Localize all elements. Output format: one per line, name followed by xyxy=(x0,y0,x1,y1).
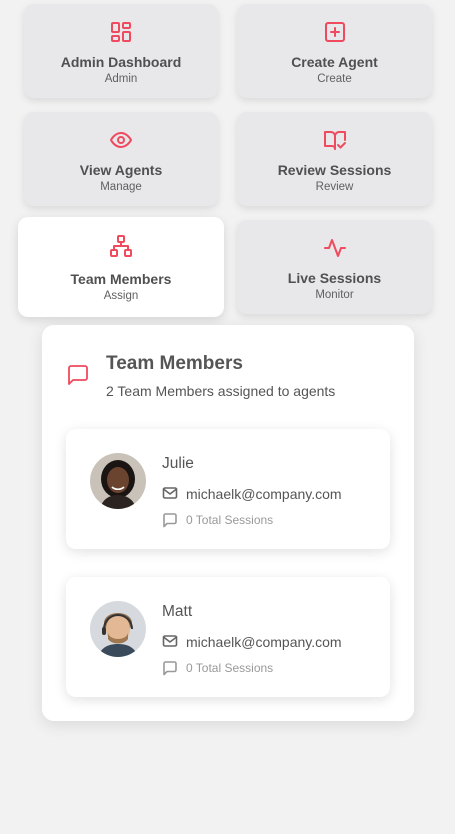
tile-title: Admin Dashboard xyxy=(60,54,182,70)
admin-dashboard-tile[interactable]: Admin Dashboard Admin xyxy=(24,4,218,98)
avatar xyxy=(90,601,146,657)
member-name: Julie xyxy=(162,455,194,472)
tile-title: View Agents xyxy=(79,162,163,178)
tile-title: Create Agent xyxy=(291,54,378,70)
tile-subtitle: Monitor xyxy=(315,289,354,301)
avatar xyxy=(90,453,146,509)
panel-title: Team Members xyxy=(106,353,243,374)
tile-subtitle: Create xyxy=(317,73,352,85)
tile-title: Team Members xyxy=(70,271,172,287)
plus-square-icon xyxy=(323,20,347,44)
member-name: Matt xyxy=(162,603,193,620)
member-sessions: 0 Total Sessions xyxy=(186,513,274,527)
live-sessions-tile[interactable]: Live Sessions Monitor xyxy=(237,220,432,314)
member-sessions: 0 Total Sessions xyxy=(186,661,274,675)
dashboard-icon xyxy=(109,20,133,44)
mail-icon xyxy=(162,633,178,649)
activity-icon xyxy=(323,236,347,260)
member-card[interactable]: Matt michaelk@company.com 0 Total Sessio… xyxy=(66,577,390,697)
member-email: michaelk@company.com xyxy=(186,634,342,650)
tile-subtitle: Manage xyxy=(100,181,142,193)
tile-title: Review Sessions xyxy=(277,162,392,178)
panel-subtitle: 2 Team Members assigned to agents xyxy=(106,383,336,399)
create-agent-tile[interactable]: Create Agent Create xyxy=(237,4,432,98)
book-check-icon xyxy=(323,128,347,152)
tile-subtitle: Assign xyxy=(103,290,139,302)
tile-subtitle: Review xyxy=(315,181,354,193)
view-agents-tile[interactable]: View Agents Manage xyxy=(24,112,218,206)
mail-icon xyxy=(162,485,178,501)
tile-title: Live Sessions xyxy=(287,270,382,286)
review-sessions-tile[interactable]: Review Sessions Review xyxy=(237,112,432,206)
team-members-tile[interactable]: Team Members Assign xyxy=(18,217,224,317)
message-square-icon xyxy=(162,660,178,676)
message-square-icon xyxy=(162,512,178,528)
tile-subtitle: Admin xyxy=(104,73,138,85)
member-card[interactable]: Julie michaelk@company.com 0 Total Sessi… xyxy=(66,429,390,549)
message-square-icon xyxy=(66,363,90,387)
org-chart-icon xyxy=(109,234,133,258)
member-email: michaelk@company.com xyxy=(186,486,342,502)
eye-icon xyxy=(109,128,133,152)
team-members-panel: Team Members 2 Team Members assigned to … xyxy=(42,325,414,721)
